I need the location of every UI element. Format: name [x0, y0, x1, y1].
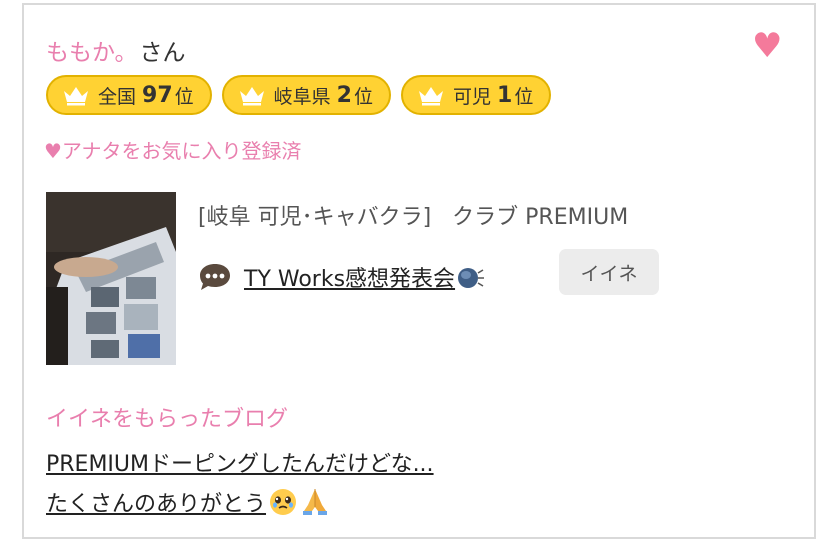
thumbnail-photo [46, 192, 176, 365]
blog-title-link[interactable]: TY Works感想発表会 [244, 261, 455, 293]
profile-name-row: ももか。 さん [46, 33, 186, 66]
ranking-badge-prefecture[interactable]: 岐阜県 2 位 [221, 75, 391, 115]
liked-blogs-heading: イイネをもらったブログ [46, 407, 289, 432]
ranking-unit: 位 [514, 85, 534, 108]
ranking-number: 2 [336, 82, 352, 108]
girl-card: ももか。 さん ♥ 全国 97 位 岐阜県 2 位 可児 1 位 ♥アナタをお気… [22, 3, 816, 539]
shop-name: クラブ PREMIUM [452, 205, 629, 230]
ranking-number: 1 [497, 82, 513, 108]
teary-face-icon [270, 489, 297, 515]
heart-icon[interactable]: ♥ [752, 29, 782, 63]
shop-info[interactable]: [岐阜 可児･キャバクラ] クラブ PREMIUM [198, 199, 628, 231]
ranking-label: 全国 [98, 85, 137, 108]
crown-icon [64, 87, 88, 106]
folded-hands-icon [303, 489, 328, 515]
shop-area-label: [岐阜 可児･キャバクラ] [198, 205, 432, 230]
speaking-head-icon [458, 268, 485, 288]
speech-bubble-icon [200, 264, 230, 290]
user-name[interactable]: ももか。 [46, 33, 138, 67]
ranking-number: 97 [142, 82, 173, 108]
crown-icon [239, 87, 264, 106]
liked-blog-link[interactable]: PREMIUMドーピングしたんだけどな... [46, 446, 434, 478]
ranking-unit: 位 [174, 85, 194, 108]
ranking-unit: 位 [353, 85, 373, 108]
liked-blog-title: たくさんのありがとう [46, 492, 267, 517]
name-suffix: さん [139, 40, 186, 66]
ranking-badge-national[interactable]: 全国 97 位 [46, 75, 212, 115]
ranking-label: 可児 [453, 85, 492, 108]
ranking-label: 岐阜県 [273, 85, 331, 108]
like-button[interactable]: イイネ [559, 249, 659, 295]
liked-blog-title: PREMIUMドーピングしたんだけどな... [46, 452, 434, 477]
blog-thumbnail[interactable] [46, 192, 176, 365]
crown-icon [419, 87, 443, 106]
ranking-badge-city[interactable]: 可児 1 位 [401, 75, 552, 115]
ranking-badges: 全国 97 位 岐阜県 2 位 可児 1 位 [46, 75, 552, 115]
liked-blog-link[interactable]: たくさんのありがとう [46, 486, 330, 518]
favorite-status: ♥アナタをお気に入り登録済 [44, 139, 302, 163]
blog-entry: TY Works感想発表会 [198, 261, 485, 293]
